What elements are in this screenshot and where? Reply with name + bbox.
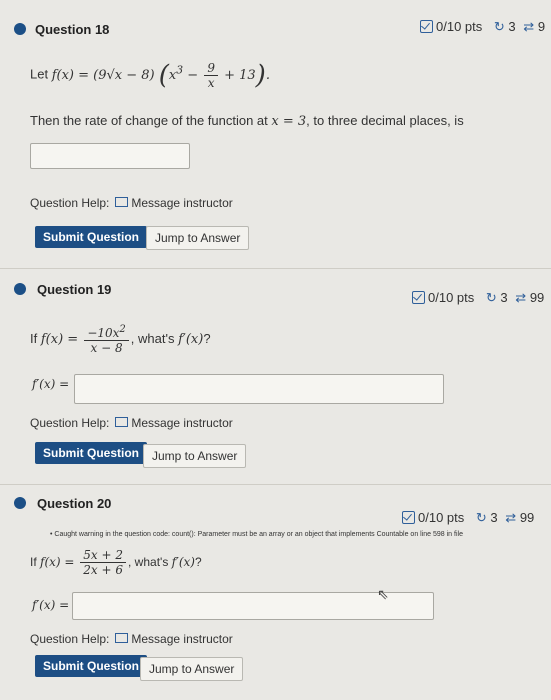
submit-question-button[interactable]: Submit Question: [35, 442, 147, 464]
question-title: Question 20: [37, 496, 112, 511]
message-instructor-link[interactable]: Message instructor: [131, 416, 232, 430]
mouse-cursor-icon: ⇖: [377, 586, 389, 602]
function-expression: f(x) = 5x + 2 2x + 6: [40, 548, 128, 577]
warning-message: • Caught warning in the question code: c…: [50, 531, 463, 538]
question-title: Question 18: [35, 22, 110, 37]
message-instructor-link[interactable]: Message instructor: [131, 196, 232, 210]
mail-icon: [115, 197, 129, 207]
message-instructor-link[interactable]: Message instructor: [131, 632, 232, 646]
question-19-panel: Question 19 0/10 pts ↻ 3 ⇄ 99 If f(x) = …: [0, 270, 551, 480]
question-18-panel: Question 18 0/10 pts ↻ 3 ⇄ 9 Let f(x) = …: [0, 0, 551, 268]
checkbox-icon: [402, 511, 415, 524]
question-status-dot: [14, 283, 26, 295]
question-prompt: If f(x) = 5x + 2 2x + 6, what's f′(x)?: [30, 548, 202, 577]
jump-to-answer-button[interactable]: Jump to Answer: [143, 444, 247, 468]
attempts-icon: ⇄: [515, 290, 527, 305]
question-20-panel: Question 20 0/10 pts ↻ 3 ⇄ 99 • Caught w…: [0, 486, 551, 700]
checkbox-icon: [412, 291, 425, 304]
question-score: 0/10 pts ↻ 3 ⇄ 99: [412, 290, 544, 306]
mail-icon: [115, 633, 129, 643]
submit-question-button[interactable]: Submit Question: [35, 226, 147, 248]
answer-input[interactable]: [74, 374, 444, 404]
retry-icon: ↻: [475, 510, 487, 525]
mail-icon: [115, 417, 129, 427]
retry-icon: ↻: [485, 290, 497, 305]
function-expression: f(x) = (9√x − 8) (x3 − 9x + 13).: [51, 60, 270, 90]
function-expression: f(x) = −10x2 x − 8: [41, 324, 131, 355]
answer-label: f′(x) =: [32, 598, 70, 612]
question-help: Question Help: Message instructor: [30, 196, 233, 210]
answer-label: f′(x) =: [32, 377, 70, 391]
jump-to-answer-button[interactable]: Jump to Answer: [146, 226, 250, 250]
jump-to-answer-button[interactable]: Jump to Answer: [140, 657, 244, 681]
question-score: 0/10 pts ↻ 3 ⇄ 99: [402, 510, 534, 526]
question-score: 0/10 pts ↻ 3 ⇄ 9: [420, 19, 545, 35]
attempts-icon: ⇄: [523, 19, 535, 34]
question-prompt-function: Let f(x) = (9√x − 8) (x3 − 9x + 13).: [30, 60, 270, 90]
question-status-dot: [14, 23, 26, 35]
submit-question-button[interactable]: Submit Question: [35, 655, 147, 677]
question-help: Question Help: Message instructor: [30, 632, 233, 646]
divider: [0, 484, 551, 485]
question-prompt: If f(x) = −10x2 x − 8, what's f′(x)?: [30, 324, 211, 355]
checkbox-icon: [420, 20, 433, 33]
attempts-icon: ⇄: [505, 510, 517, 525]
question-prompt-text: Then the rate of change of the function …: [30, 113, 464, 129]
retry-icon: ↻: [493, 19, 505, 34]
question-help: Question Help: Message instructor: [30, 416, 233, 430]
divider: [0, 268, 551, 269]
question-status-dot: [14, 497, 26, 509]
question-title: Question 19: [37, 282, 112, 297]
answer-input[interactable]: [30, 143, 190, 169]
